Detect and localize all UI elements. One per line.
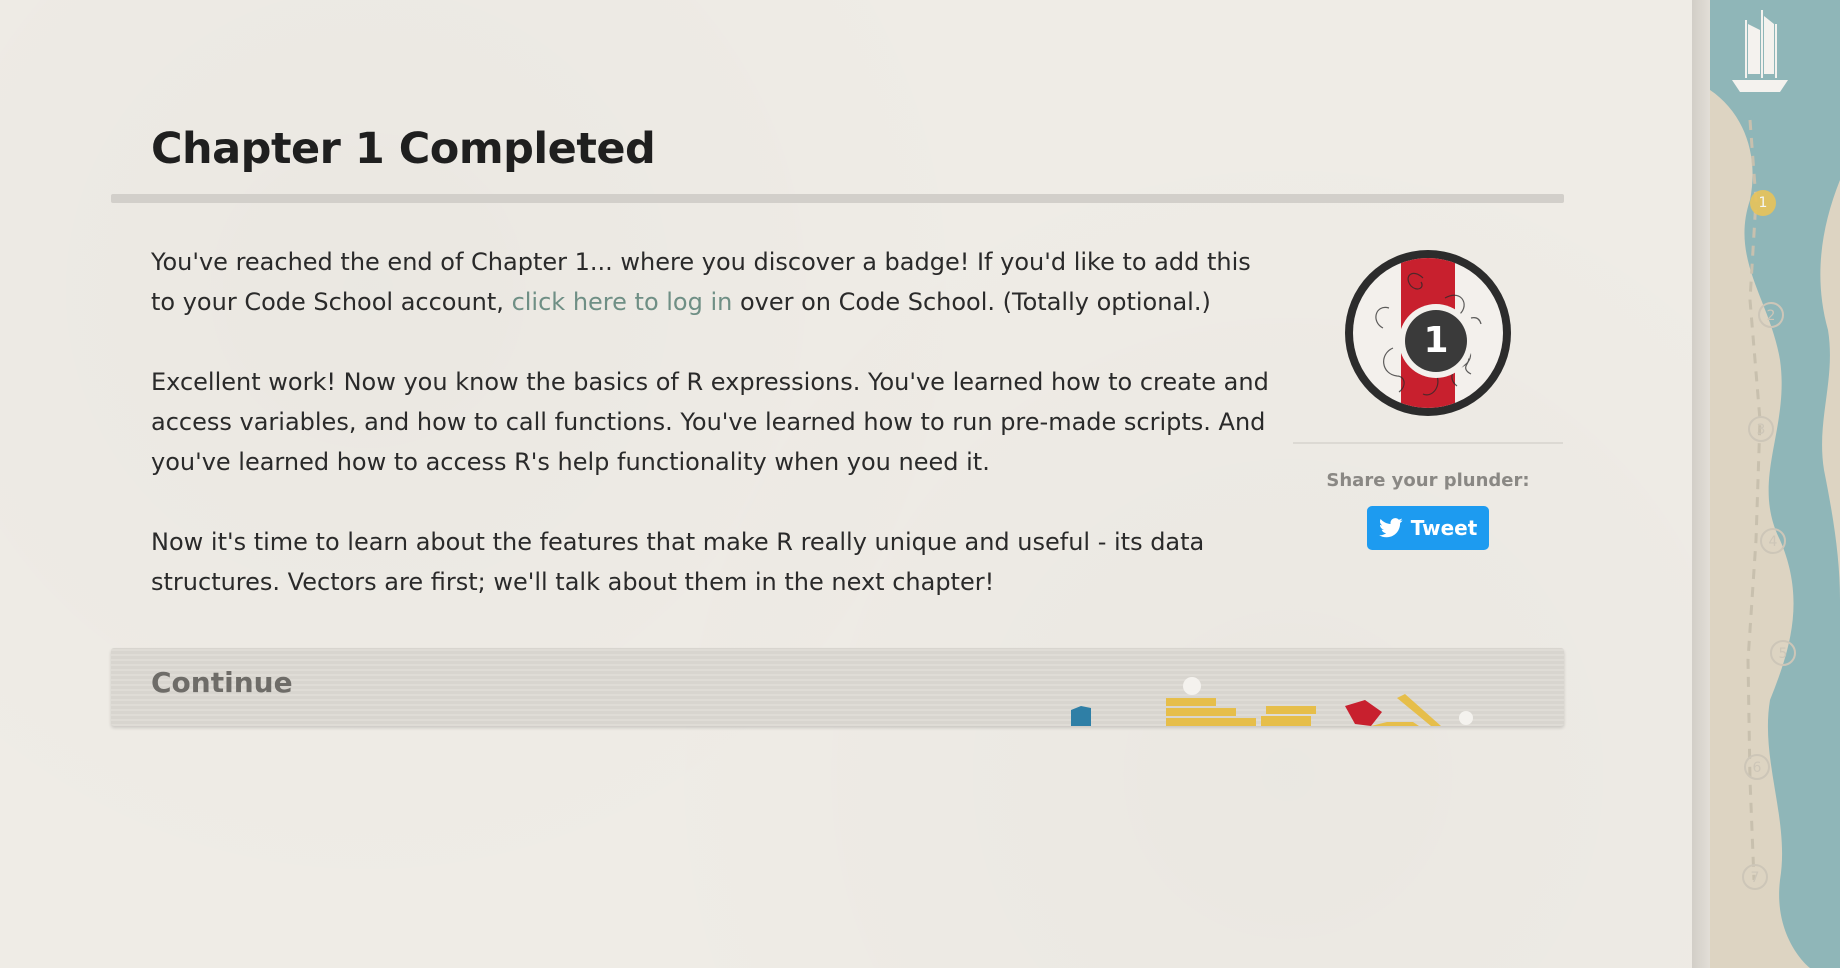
chapter-map: 1 2 3 4 5 6 7: [1692, 0, 1840, 968]
map-edge: [1692, 0, 1710, 968]
twitter-bird-icon: [1378, 518, 1403, 538]
treasure-pile-icon: [1071, 677, 1473, 726]
chapter-marker-4[interactable]: 4: [1760, 528, 1786, 554]
login-link[interactable]: click here to log in: [512, 288, 733, 316]
title-divider: [111, 194, 1564, 203]
chapter-marker-label: 1: [1758, 195, 1768, 211]
tweet-button-label: Tweet: [1410, 516, 1478, 540]
continue-button[interactable]: Continue: [111, 648, 1564, 726]
page-title: Chapter 1 Completed: [151, 124, 656, 174]
paragraph-recap: Excellent work! Now you know the basics …: [151, 368, 1269, 476]
paragraph-badge-intro: You've reached the end of Chapter 1... w…: [151, 242, 1271, 322]
share-label: Share your plunder:: [1326, 470, 1530, 491]
chapter-marker-label: 5: [1778, 646, 1788, 662]
chapter-marker-1[interactable]: 1: [1750, 190, 1776, 216]
chapter-marker-label: 2: [1766, 308, 1776, 324]
chapter-marker-2[interactable]: 2: [1758, 302, 1784, 328]
chapter-summary: You've reached the end of Chapter 1... w…: [151, 242, 1271, 642]
chapter-badge-icon: 1: [1345, 250, 1511, 416]
paragraph-next: Now it's time to learn about the feature…: [151, 528, 1205, 596]
chapter-marker-label: 6: [1752, 760, 1762, 776]
paragraph-text: over on Code School. (Totally optional.): [732, 288, 1211, 316]
page: Chapter 1 Completed You've reached the e…: [0, 0, 1840, 968]
chapter-marker-3[interactable]: 3: [1748, 416, 1774, 442]
tweet-button[interactable]: Tweet: [1367, 506, 1489, 550]
chapter-marker-label: 7: [1750, 870, 1760, 886]
chapter-marker-label: 3: [1756, 422, 1766, 438]
chapter-marker-7[interactable]: 7: [1742, 864, 1768, 890]
sidebar-divider: [1293, 442, 1563, 444]
chapter-marker-label: 4: [1768, 534, 1778, 550]
main-content: Chapter 1 Completed You've reached the e…: [0, 0, 1692, 968]
chapter-marker-6[interactable]: 6: [1744, 754, 1770, 780]
badge-face: 1: [1353, 258, 1503, 408]
badge-number: 1: [1405, 310, 1467, 372]
continue-label: Continue: [151, 666, 293, 699]
sea-map-icon: [1710, 0, 1840, 968]
chapter-marker-5[interactable]: 5: [1770, 640, 1796, 666]
